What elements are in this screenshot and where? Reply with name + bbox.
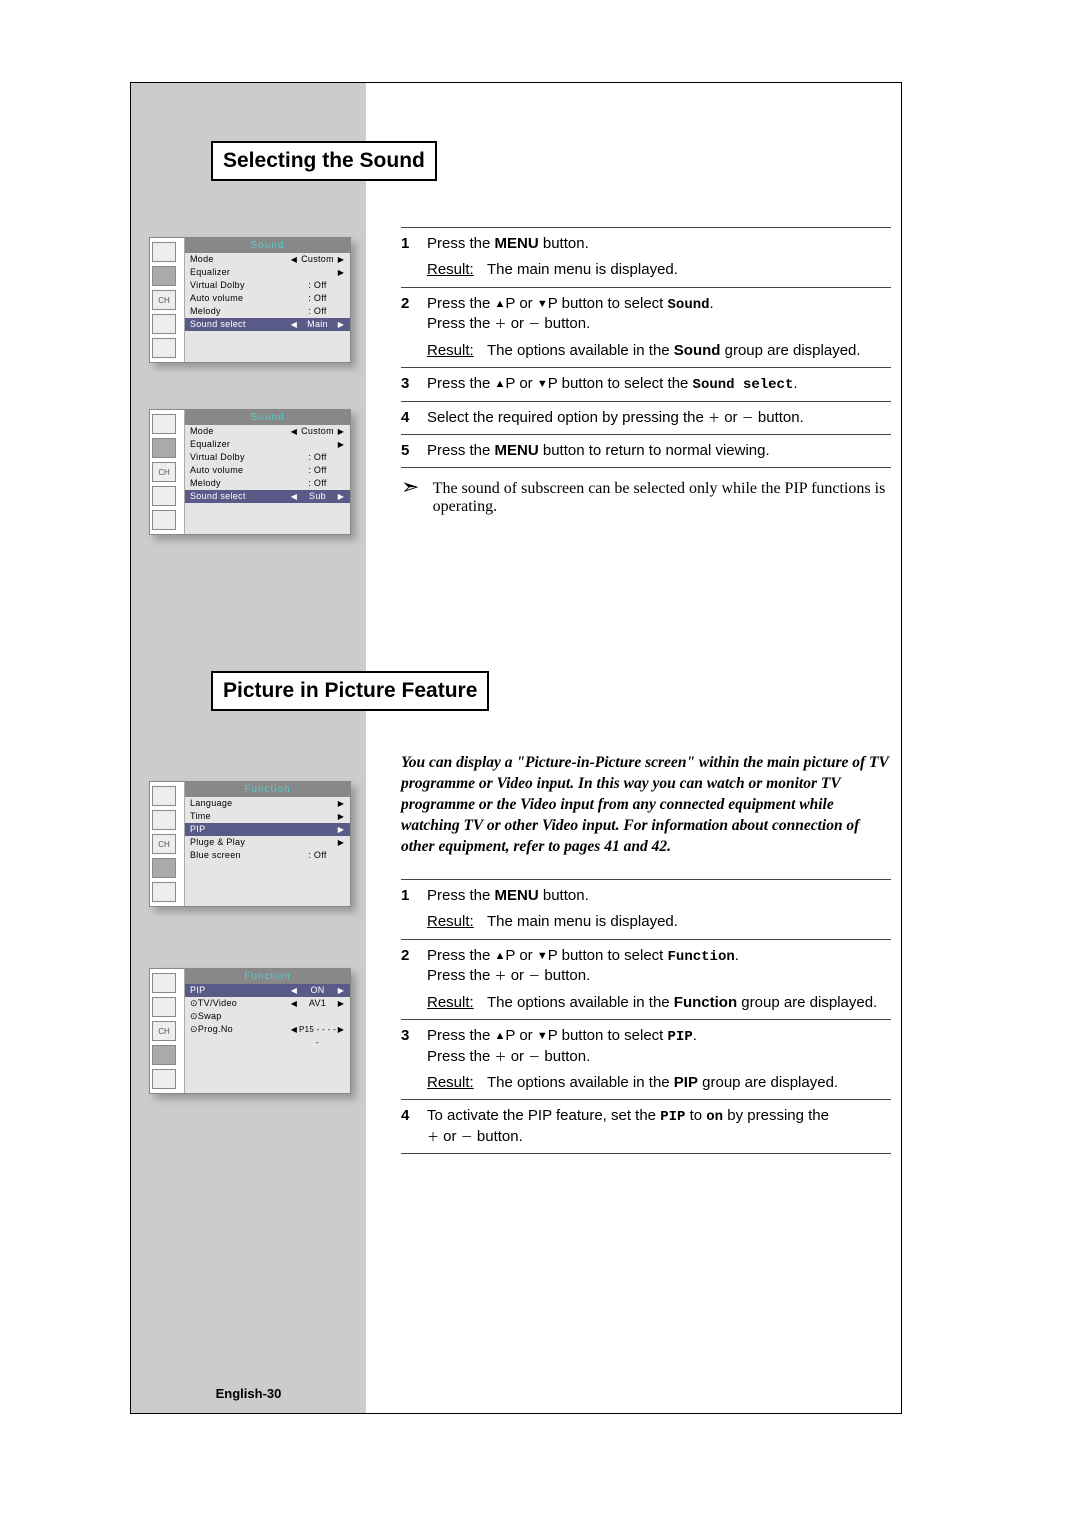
osd-title: Function — [185, 782, 350, 797]
osd-row: Time▶ — [185, 810, 350, 823]
osd-row: Virtual Dolby: Off — [185, 279, 350, 292]
vol-down-icon: － — [461, 1130, 473, 1144]
osd-row: Melody: Off — [185, 305, 350, 318]
up-triangle-icon: ▲ — [495, 1029, 506, 1044]
osd-row — [185, 862, 350, 875]
steps-pip: 1 Press the MENU button. Result:The main… — [401, 873, 891, 1160]
osd-row: Pluge & Play▶ — [185, 836, 350, 849]
vol-down-icon: － — [528, 969, 540, 983]
osd-row: ⊙Swap — [185, 1010, 350, 1023]
osd-icon — [152, 242, 176, 262]
osd-icon — [152, 1069, 176, 1089]
osd-icon-sound — [152, 438, 176, 458]
osd-sound-sub: CH Sound Mode◀Custom▶ Equalizer▶ Virtual… — [149, 409, 351, 535]
up-triangle-icon: ▲ — [495, 377, 506, 392]
osd-title: Function — [185, 969, 350, 984]
osd-row: Virtual Dolby: Off — [185, 451, 350, 464]
step-4: 4 To activate the PIP feature, set the P… — [401, 1106, 891, 1147]
down-triangle-icon: ▼ — [537, 949, 548, 964]
osd-icon-function — [152, 1045, 176, 1065]
osd-row: Blue screen: Off — [185, 849, 350, 862]
osd-sound-main: CH Sound Mode◀Custom▶ Equalizer▶ Virtual… — [149, 237, 351, 363]
osd-icon-column: CH — [150, 969, 185, 1093]
osd-row — [185, 1062, 350, 1075]
step-3: 3 Press the ▲P or ▼P button to select PI… — [401, 1026, 891, 1093]
osd-icon-sound — [152, 266, 176, 286]
vol-down-icon: － — [742, 411, 754, 425]
osd-function-pip: CH Function Language▶ Time▶ PIP▶ Pluge &… — [149, 781, 351, 907]
osd-row: Language▶ — [185, 797, 350, 810]
down-triangle-icon: ▼ — [537, 377, 548, 392]
osd-icon-ch: CH — [152, 462, 176, 482]
page: Selecting the Sound CH Sound Mode◀Custom… — [0, 0, 1080, 1528]
vol-down-icon: － — [528, 1050, 540, 1064]
osd-icon-function — [152, 858, 176, 878]
osd-icon-ch: CH — [152, 290, 176, 310]
heading-pip: Picture in Picture Feature — [211, 671, 489, 711]
osd-icon — [152, 810, 176, 830]
enter-icon: ⊙ — [190, 1024, 198, 1034]
osd-row: Melody: Off — [185, 477, 350, 490]
down-triangle-icon: ▼ — [537, 1029, 548, 1044]
osd-row: Equalizer▶ — [185, 438, 350, 451]
osd-row-selected: PIP▶ — [185, 823, 350, 836]
step-2: 2 Press the ▲P or ▼P button to select So… — [401, 294, 891, 361]
step-4: 4 Select the required option by pressing… — [401, 408, 891, 428]
osd-icon-ch: CH — [152, 834, 176, 854]
osd-row: Auto volume: Off — [185, 464, 350, 477]
pip-intro: You can display a "Picture-in-Picture sc… — [401, 753, 891, 858]
osd-row: ⊙Prog.No◀P15 - - - - -▶ — [185, 1023, 350, 1049]
up-triangle-icon: ▲ — [495, 949, 506, 964]
osd-row-selected: PIP◀ON▶ — [185, 984, 350, 997]
osd-icon — [152, 786, 176, 806]
osd-row: Auto volume: Off — [185, 292, 350, 305]
osd-icon-column: CH — [150, 782, 185, 906]
osd-row: Equalizer▶ — [185, 266, 350, 279]
osd-row-selected: Sound select◀Sub▶ — [185, 490, 350, 503]
vol-down-icon: － — [528, 317, 540, 331]
enter-icon: ⊙ — [190, 1011, 198, 1021]
osd-row — [185, 1049, 350, 1062]
enter-icon: ⊙ — [190, 998, 198, 1008]
step-3: 3 Press the ▲P or ▼P button to select th… — [401, 374, 891, 395]
heading-selecting-sound: Selecting the Sound — [211, 141, 437, 181]
page-number: English-30 — [131, 1386, 366, 1401]
up-triangle-icon: ▲ — [495, 297, 506, 312]
osd-row-selected: Sound select◀Main▶ — [185, 318, 350, 331]
step-1: 1 Press the MENU button. Result:The main… — [401, 886, 891, 933]
vol-up-icon: ＋ — [495, 969, 507, 983]
down-triangle-icon: ▼ — [537, 297, 548, 312]
note-arrow-icon: ➣ — [401, 480, 433, 494]
osd-row: Mode◀Custom▶ — [185, 425, 350, 438]
osd-icon — [152, 973, 176, 993]
osd-icon — [152, 414, 176, 434]
step-1: 1 Press the MENU button. Result:The main… — [401, 234, 891, 281]
osd-row: ⊙TV/Video◀AV1▶ — [185, 997, 350, 1010]
osd-title: Sound — [185, 410, 350, 425]
osd-function-pip-on: CH Function PIP◀ON▶ ⊙TV/Video◀AV1▶ ⊙Swap… — [149, 968, 351, 1094]
osd-row: Mode◀Custom▶ — [185, 253, 350, 266]
vol-up-icon: ＋ — [495, 1050, 507, 1064]
osd-icon-column: CH — [150, 410, 185, 534]
osd-icon — [152, 338, 176, 358]
osd-icon — [152, 314, 176, 334]
osd-icon — [152, 882, 176, 902]
osd-icon-column: CH — [150, 238, 185, 362]
page-frame: Selecting the Sound CH Sound Mode◀Custom… — [130, 82, 902, 1414]
osd-icon — [152, 997, 176, 1017]
osd-icon — [152, 486, 176, 506]
note: ➣ The sound of subscreen can be selected… — [401, 480, 891, 516]
osd-icon-ch: CH — [152, 1021, 176, 1041]
osd-icon — [152, 510, 176, 530]
step-2: 2 Press the ▲P or ▼P button to select Fu… — [401, 946, 891, 1013]
vol-up-icon: ＋ — [708, 411, 720, 425]
osd-title: Sound — [185, 238, 350, 253]
step-5: 5 Press the MENU button to return to nor… — [401, 441, 891, 461]
steps-sound: 1 Press the MENU button. Result:The main… — [401, 221, 891, 516]
vol-up-icon: ＋ — [495, 317, 507, 331]
vol-up-icon: ＋ — [427, 1130, 439, 1144]
